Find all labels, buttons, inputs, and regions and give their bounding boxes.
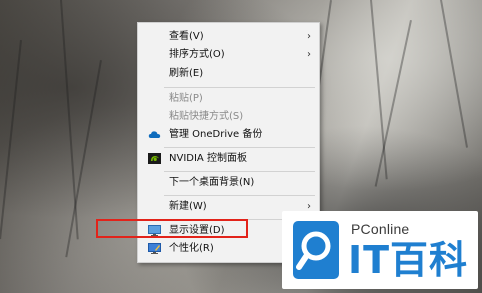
chevron-right-icon: ›	[307, 49, 311, 60]
search-magnifier-icon	[293, 221, 339, 279]
menu-separator	[164, 147, 315, 148]
menu-item-label: 下一个桌面背景(N)	[169, 177, 255, 188]
watermark-title-text: IT百科	[348, 238, 469, 282]
menu-separator	[164, 195, 315, 196]
menu-item-sort-by[interactable]: 排序方式(O) ›	[138, 46, 319, 63]
menu-item-label: 查看(V)	[169, 31, 204, 42]
menu-item-paste-shortcut[interactable]: 粘贴快捷方式(S)	[138, 108, 319, 125]
menu-item-nvidia-control-panel[interactable]: NVIDIA 控制面板	[138, 150, 319, 167]
menu-item-paste[interactable]: 粘贴(P)	[138, 90, 319, 107]
menu-item-label: 个性化(R)	[169, 243, 214, 254]
personalize-icon	[148, 243, 161, 254]
menu-separator	[164, 171, 315, 172]
nvidia-icon	[148, 153, 161, 164]
pconline-watermark: PConline IT百科	[282, 211, 478, 289]
menu-item-label: 粘贴(P)	[169, 93, 203, 104]
menu-item-view[interactable]: 查看(V) ›	[138, 28, 319, 45]
menu-item-label: 刷新(E)	[169, 68, 204, 79]
menu-item-next-background[interactable]: 下一个桌面背景(N)	[138, 174, 319, 191]
menu-item-label: 粘贴快捷方式(S)	[169, 111, 244, 122]
menu-item-label: 新建(W)	[169, 201, 207, 212]
menu-item-onedrive-backup[interactable]: 管理 OneDrive 备份	[138, 126, 319, 143]
menu-item-label: NVIDIA 控制面板	[169, 153, 247, 164]
menu-item-label: 管理 OneDrive 备份	[169, 129, 263, 140]
watermark-brand-text: PConline	[351, 221, 410, 237]
menu-item-refresh[interactable]: 刷新(E)	[138, 65, 319, 82]
menu-item-label: 排序方式(O)	[169, 49, 225, 60]
chevron-right-icon: ›	[307, 31, 311, 42]
annotation-highlight-box	[96, 219, 248, 238]
cloud-icon	[148, 131, 161, 138]
menu-separator	[164, 87, 315, 88]
